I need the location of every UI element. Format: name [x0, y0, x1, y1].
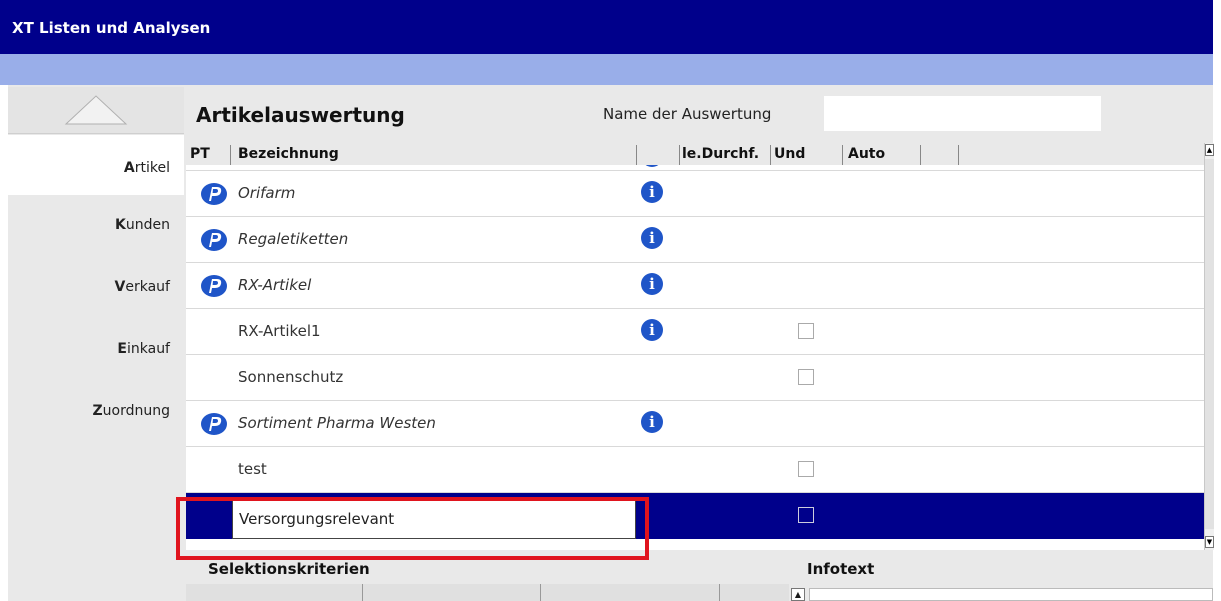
scrollbar-thumb[interactable]	[1205, 159, 1214, 529]
sidebar-item-label: unden	[125, 217, 170, 233]
p-icon	[201, 275, 227, 297]
hotkey-letter: E	[117, 341, 127, 357]
window-title: XT Listen und Analysen	[12, 19, 211, 37]
name-field-label: Name der Auswertung	[603, 105, 772, 123]
scroll-up-arrow-icon[interactable]: ▲	[1205, 144, 1214, 156]
hotkey-letter: V	[114, 279, 126, 295]
info-icon[interactable]: i	[641, 411, 663, 433]
table-row[interactable]: Sonnenschutz	[186, 355, 1204, 401]
row-label: RX-Artikel1	[238, 322, 321, 340]
sidebar-item-kunden[interactable]: Kunden	[8, 195, 184, 255]
column-divider[interactable]	[679, 145, 680, 165]
table-row[interactable]: Orifarm i	[186, 171, 1204, 217]
sidebar-item-label: erkauf	[125, 279, 170, 295]
row-label: Regaletiketten	[238, 230, 349, 248]
table-row[interactable]: RX-Artikel1 i	[186, 309, 1204, 355]
table-body: i Orifarm i Regaletiketten i	[186, 165, 1204, 550]
und-checkbox[interactable]	[798, 323, 814, 339]
hotkey-letter: Z	[92, 403, 103, 419]
table-row[interactable]: RX-Artikel i	[186, 263, 1204, 309]
sidebar-item-label: uordnung	[102, 403, 170, 419]
column-divider[interactable]	[842, 145, 843, 165]
info-icon[interactable]: i	[641, 181, 663, 203]
sidebar-item-zuordnung[interactable]: Zuordnung	[8, 381, 184, 441]
row-label: Sortiment Pharma Westen	[238, 414, 436, 432]
row-label: RX-Artikel	[238, 276, 312, 294]
evaluation-name-input[interactable]	[824, 96, 1101, 131]
column-divider[interactable]	[920, 145, 921, 165]
selection-criteria-header	[186, 584, 789, 601]
column-divider[interactable]	[362, 584, 363, 601]
selection-criteria-label: Selektionskriterien	[208, 560, 370, 578]
info-icon[interactable]: i	[641, 165, 663, 167]
toolbar-strip	[0, 54, 1213, 85]
sidebar-item-label: inkauf	[126, 341, 170, 357]
und-checkbox[interactable]	[798, 461, 814, 477]
table-row[interactable]: Sortiment Pharma Westen i	[186, 401, 1204, 447]
column-header-bezeichnung[interactable]: Bezeichnung	[238, 146, 339, 162]
page-title: Artikelauswertung	[196, 103, 405, 127]
window-frame-right	[1213, 0, 1221, 601]
info-icon[interactable]: i	[641, 227, 663, 249]
highlight-annotation	[176, 497, 649, 560]
info-icon[interactable]: i	[641, 273, 663, 295]
table-row[interactable]: Regaletiketten i	[186, 217, 1204, 263]
table-row[interactable]: test	[186, 447, 1204, 493]
column-header-auto[interactable]: Auto	[848, 146, 885, 162]
sidebar-scroll-up-button[interactable]	[8, 87, 184, 134]
triangle-up-icon	[64, 95, 128, 125]
sidebar-item-artikel[interactable]: Artikel	[8, 135, 184, 195]
sidebar-item-label: rtikel	[134, 160, 170, 176]
sidebar-item-verkauf[interactable]: Verkauf	[8, 257, 184, 317]
scroll-down-arrow-icon[interactable]: ▼	[1205, 536, 1214, 548]
p-icon	[201, 413, 227, 435]
title-bar: XT Listen und Analysen	[0, 0, 1213, 54]
column-header-durchf[interactable]: le.Durchf.	[682, 146, 759, 162]
row-label: test	[238, 460, 267, 478]
infotext-label: Infotext	[807, 560, 875, 578]
column-divider[interactable]	[540, 584, 541, 601]
sidebar: Artikel Kunden Verkauf Einkauf Zuordnung	[8, 85, 184, 601]
scroll-up-arrow-icon[interactable]: ▲	[791, 588, 805, 601]
p-icon	[201, 183, 227, 205]
column-divider[interactable]	[636, 145, 637, 165]
column-divider[interactable]	[770, 145, 771, 165]
und-checkbox[interactable]	[798, 507, 814, 523]
und-checkbox[interactable]	[798, 369, 814, 385]
column-header-pt[interactable]: PT	[190, 146, 210, 162]
hotkey-letter: K	[115, 217, 126, 233]
column-divider[interactable]	[958, 145, 959, 165]
infotext-field[interactable]	[809, 588, 1213, 601]
row-label: Sonnenschutz	[238, 368, 344, 386]
vertical-scrollbar[interactable]: ▲ ▼	[1204, 143, 1214, 550]
info-icon[interactable]: i	[641, 319, 663, 341]
column-header-und[interactable]: Und	[774, 146, 805, 162]
row-label: Orifarm	[238, 184, 296, 202]
column-divider[interactable]	[719, 584, 720, 601]
column-divider[interactable]	[230, 145, 231, 165]
sidebar-item-einkauf[interactable]: Einkauf	[8, 319, 184, 379]
window-frame-left	[0, 85, 8, 601]
hotkey-letter: A	[123, 160, 135, 176]
p-icon	[201, 229, 227, 251]
